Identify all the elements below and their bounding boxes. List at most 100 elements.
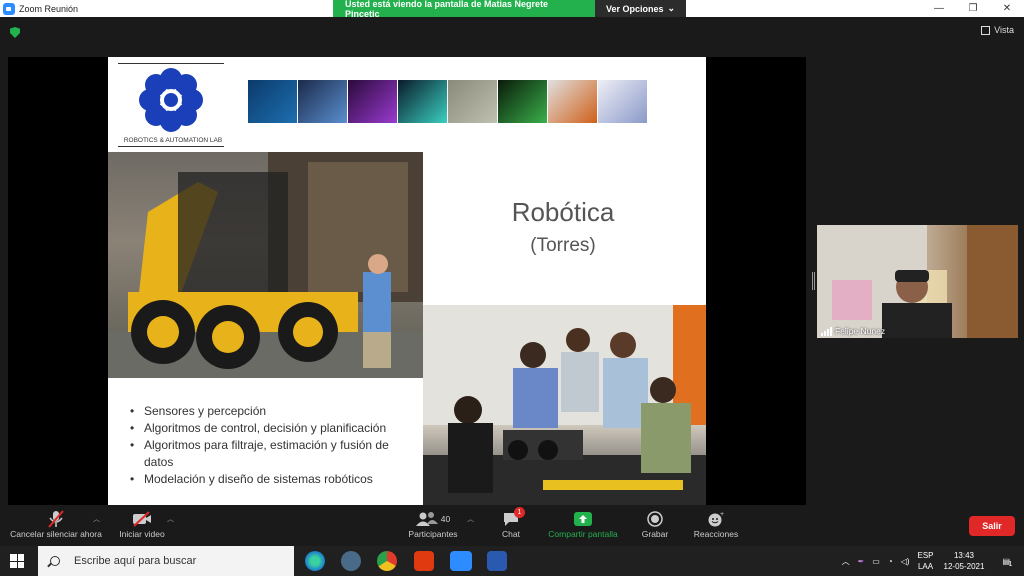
divider [118, 63, 224, 64]
wifi-icon[interactable]: ◔ [888, 557, 893, 566]
video-options-caret-icon[interactable]: ︿ [167, 514, 174, 524]
bullet-item: Modelación y diseño de sistemas robótico… [128, 471, 418, 488]
participant-illustration [817, 225, 1018, 338]
bullet-item: Algoritmos para filtraje, estimación y f… [128, 437, 418, 471]
chevron-down-icon: ⌄ [667, 3, 676, 13]
bullet-item: Sensores y percepción [128, 403, 418, 420]
thumbnail-image [548, 80, 597, 123]
participants-button[interactable]: 40 Participantes [404, 509, 462, 539]
unmute-button[interactable]: Cancelar silenciar ahora [8, 509, 104, 539]
pen-icon[interactable]: ✒ [858, 557, 865, 566]
word-app-icon[interactable] [487, 551, 507, 571]
language-bottom: LAA [917, 562, 934, 571]
participant-video[interactable]: Felipe Nunez [817, 225, 1018, 338]
windows-taskbar: Escribe aquí para buscar ︿ ✒ ▭ ◔ ◁) ESP … [0, 546, 1024, 576]
signal-bars-icon [821, 326, 832, 336]
view-label: Vista [994, 25, 1014, 35]
share-message: Usted está viendo la pantalla de Matias … [333, 0, 595, 19]
leave-meeting-button[interactable]: Salir [969, 516, 1015, 536]
slide-title: Robótica [511, 197, 615, 227]
record-label: Grabar [641, 529, 669, 539]
thumbnail-image [598, 80, 647, 123]
view-options-button[interactable]: Ver Opciones ⌄ [595, 0, 686, 17]
thumbnail-image [398, 80, 447, 123]
divider [118, 146, 224, 147]
language-indicator[interactable]: ESP LAA [918, 550, 934, 572]
reactions-button[interactable]: + Reacciones [692, 509, 740, 539]
restore-button[interactable]: ❐ [956, 0, 990, 17]
team-illustration [423, 305, 706, 505]
battery-icon[interactable]: ▭ [872, 557, 880, 566]
chat-icon: 1 [502, 507, 525, 529]
share-banner: Usted está viendo la pantalla de Matias … [333, 0, 686, 19]
video-off-icon [132, 509, 152, 529]
zoom-taskbar-icon[interactable] [450, 551, 472, 571]
edge-browser-icon[interactable] [305, 551, 325, 571]
zoom-app-icon [3, 2, 15, 15]
participant-name: Felipe Nunez [835, 326, 886, 336]
participants-icon: 40 [415, 509, 451, 529]
reactions-label: Reacciones [693, 529, 739, 539]
notifications-icon[interactable]: ▤ 1 [1002, 557, 1013, 568]
participants-count: 40 [440, 514, 451, 524]
search-placeholder: Escribe aquí para buscar [74, 555, 197, 567]
presentation-slide: ROBOTICS & AUTOMATION LAB Robótica (Torr… [108, 57, 706, 505]
office-app-icon[interactable] [414, 551, 434, 571]
lab-logo-text: ROBOTICS & AUTOMATION LAB [123, 137, 223, 144]
thumbnail-image [298, 80, 347, 123]
thumbnail-image [248, 80, 297, 123]
chat-button[interactable]: 1 Chat [496, 507, 526, 539]
loader-illustration [108, 152, 423, 378]
clock-time: 13:43 [953, 551, 974, 560]
participants-caret-icon[interactable]: ︿ [467, 514, 474, 524]
start-video-label: Iniciar video [119, 529, 165, 539]
lab-logo-icon [139, 68, 203, 132]
view-button[interactable]: Vista [981, 25, 1014, 35]
taskbar-clock[interactable]: 13:43 12-05-2021 [944, 550, 985, 572]
window-title: Zoom Reunión [19, 3, 79, 14]
clock-date: 12-05-2021 [943, 562, 985, 571]
shared-screen: ROBOTICS & AUTOMATION LAB Robótica (Torr… [8, 57, 806, 505]
meeting-top-bar [0, 17, 1024, 47]
unmute-label: Cancelar silenciar ahora [10, 529, 102, 539]
chrome-browser-icon[interactable] [377, 551, 397, 571]
participants-label: Participantes [408, 529, 458, 539]
slide-subtitle: (Torres) [530, 235, 596, 256]
bullet-list: Sensores y percepción Algoritmos de cont… [128, 403, 418, 488]
paint-app-icon[interactable] [341, 551, 361, 571]
team-photo [423, 305, 706, 505]
window-controls: — ❐ ✕ [922, 0, 1024, 17]
notification-count: 1 [1008, 560, 1013, 568]
record-button[interactable]: Grabar [640, 509, 670, 539]
minimize-button[interactable]: — [922, 0, 956, 17]
meeting-toolbar: Cancelar silenciar ahora ︿ Iniciar video… [0, 505, 1024, 546]
windows-start-icon[interactable] [10, 554, 24, 568]
svg-text:+: + [720, 511, 724, 518]
share-screen-label: Compartir pantalla [548, 529, 618, 539]
view-options-label: Ver Opciones [605, 3, 664, 14]
share-screen-icon [574, 509, 592, 529]
robot-loader-photo [108, 152, 423, 378]
audio-options-caret-icon[interactable]: ︿ [93, 514, 100, 524]
participant-name-tag: Felipe Nunez [821, 326, 885, 336]
volume-icon[interactable]: ◁) [901, 557, 910, 566]
bullet-item: Algoritmos de control, decisión y planif… [128, 420, 418, 437]
share-screen-button[interactable]: Compartir pantalla [544, 509, 622, 539]
close-button[interactable]: ✕ [990, 0, 1024, 17]
thumbnail-image [498, 80, 547, 123]
thumbnail-image [348, 80, 397, 123]
tray-expand-icon[interactable]: ︿ [842, 556, 850, 567]
thumbnail-strip [248, 80, 647, 123]
chat-badge: 1 [514, 507, 525, 518]
system-tray: ︿ ✒ ▭ ◔ ◁) ESP LAA 13:43 12-05-2021 ▤ 1 [842, 546, 1024, 576]
record-icon [647, 509, 663, 529]
language-top: ESP [917, 551, 934, 560]
reactions-icon: + [707, 509, 725, 529]
search-icon [50, 556, 60, 566]
start-video-button[interactable]: Iniciar video [114, 509, 170, 539]
thumbnail-image [448, 80, 497, 123]
chat-label: Chat [502, 529, 520, 539]
panel-resize-handle[interactable] [812, 272, 815, 290]
muted-microphone-icon [48, 509, 64, 529]
taskbar-search-box[interactable]: Escribe aquí para buscar [38, 546, 294, 576]
